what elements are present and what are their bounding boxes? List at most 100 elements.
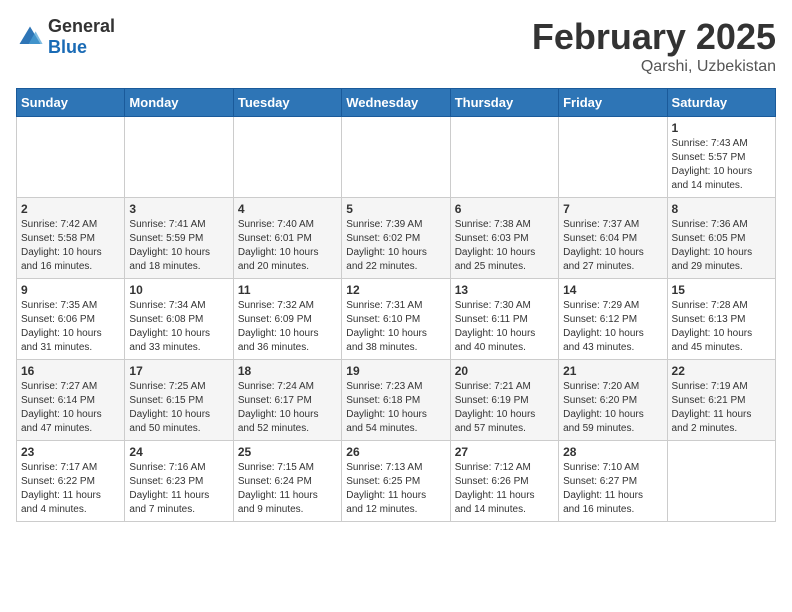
week-row-5: 23 Sunrise: 7:17 AM Sunset: 6:22 PM Dayli… [17,441,776,522]
day-info: Sunrise: 7:15 AM Sunset: 6:24 PM Dayligh… [238,461,337,517]
calendar-body: 1 Sunrise: 7:43 AM Sunset: 5:57 PM Daylig… [17,117,776,522]
day-cell: 27 Sunrise: 7:12 AM Sunset: 6:26 PM Dayli… [450,441,558,522]
day-info: Sunrise: 7:32 AM Sunset: 6:09 PM Dayligh… [238,299,337,355]
day-cell: 2Sunrise: 7:42 AM Sunset: 5:58 PM Daylig… [17,198,125,279]
day-info: Sunrise: 7:35 AM Sunset: 6:06 PM Dayligh… [21,299,120,355]
day-number: 9 [21,283,120,297]
day-cell: 28Sunrise: 7:10 AM Sunset: 6:27 PM Dayli… [559,441,667,522]
weekday-header-sunday: Sunday [17,89,125,117]
day-number: 3 [129,202,228,216]
day-number: 22 [672,364,771,378]
day-cell: 25Sunrise: 7:15 AM Sunset: 6:24 PM Dayli… [233,441,341,522]
day-cell [17,117,125,198]
day-number: 6 [455,202,554,216]
day-info: Sunrise: 7:36 AM Sunset: 6:05 PM Dayligh… [672,218,771,274]
day-cell: 20 Sunrise: 7:21 AM Sunset: 6:19 PM Dayli… [450,360,558,441]
day-cell: 6 Sunrise: 7:38 AM Sunset: 6:03 PM Daylig… [450,198,558,279]
day-number: 16 [21,364,120,378]
day-number: 5 [346,202,445,216]
day-info: Sunrise: 7:12 AM Sunset: 6:26 PM Dayligh… [455,461,554,517]
day-cell: 18 Sunrise: 7:24 AM Sunset: 6:17 PM Dayli… [233,360,341,441]
day-number: 20 [455,364,554,378]
day-number: 12 [346,283,445,297]
logo-text-blue: Blue [48,37,87,57]
day-number: 11 [238,283,337,297]
day-cell: 23 Sunrise: 7:17 AM Sunset: 6:22 PM Dayli… [17,441,125,522]
title-block: February 2025 Qarshi, Uzbekistan [532,16,776,76]
weekday-header-wednesday: Wednesday [342,89,450,117]
day-info: Sunrise: 7:31 AM Sunset: 6:10 PM Dayligh… [346,299,445,355]
day-info: Sunrise: 7:25 AM Sunset: 6:15 PM Dayligh… [129,380,228,436]
day-cell: 16 Sunrise: 7:27 AM Sunset: 6:14 PM Dayli… [17,360,125,441]
month-title: February 2025 [532,16,776,58]
day-info: Sunrise: 7:17 AM Sunset: 6:22 PM Dayligh… [21,461,120,517]
day-number: 4 [238,202,337,216]
day-number: 24 [129,445,228,459]
day-cell [450,117,558,198]
day-cell: 26 Sunrise: 7:13 AM Sunset: 6:25 PM Dayli… [342,441,450,522]
day-cell: 7 Sunrise: 7:37 AM Sunset: 6:04 PM Daylig… [559,198,667,279]
day-cell [233,117,341,198]
day-number: 14 [563,283,662,297]
day-cell: 11 Sunrise: 7:32 AM Sunset: 6:09 PM Dayli… [233,279,341,360]
day-cell: 19 Sunrise: 7:23 AM Sunset: 6:18 PM Dayli… [342,360,450,441]
weekday-header-tuesday: Tuesday [233,89,341,117]
day-cell: 14Sunrise: 7:29 AM Sunset: 6:12 PM Dayli… [559,279,667,360]
weekday-header-thursday: Thursday [450,89,558,117]
day-number: 13 [455,283,554,297]
day-number: 27 [455,445,554,459]
day-cell [667,441,775,522]
day-info: Sunrise: 7:16 AM Sunset: 6:23 PM Dayligh… [129,461,228,517]
day-cell: 1 Sunrise: 7:43 AM Sunset: 5:57 PM Daylig… [667,117,775,198]
day-cell [559,117,667,198]
day-info: Sunrise: 7:23 AM Sunset: 6:18 PM Dayligh… [346,380,445,436]
day-number: 18 [238,364,337,378]
day-info: Sunrise: 7:37 AM Sunset: 6:04 PM Dayligh… [563,218,662,274]
day-cell [125,117,233,198]
day-info: Sunrise: 7:21 AM Sunset: 6:19 PM Dayligh… [455,380,554,436]
week-row-3: 9 Sunrise: 7:35 AM Sunset: 6:06 PM Daylig… [17,279,776,360]
day-cell: 3 Sunrise: 7:41 AM Sunset: 5:59 PM Daylig… [125,198,233,279]
day-cell: 15 Sunrise: 7:28 AM Sunset: 6:13 PM Dayli… [667,279,775,360]
day-number: 7 [563,202,662,216]
day-info: Sunrise: 7:41 AM Sunset: 5:59 PM Dayligh… [129,218,228,274]
day-cell: 17Sunrise: 7:25 AM Sunset: 6:15 PM Dayli… [125,360,233,441]
day-number: 8 [672,202,771,216]
location: Qarshi, Uzbekistan [532,58,776,76]
logo: General Blue [16,16,115,58]
day-number: 21 [563,364,662,378]
day-number: 10 [129,283,228,297]
day-number: 26 [346,445,445,459]
day-cell: 5 Sunrise: 7:39 AM Sunset: 6:02 PM Daylig… [342,198,450,279]
day-cell [342,117,450,198]
day-number: 23 [21,445,120,459]
day-info: Sunrise: 7:28 AM Sunset: 6:13 PM Dayligh… [672,299,771,355]
calendar: SundayMondayTuesdayWednesdayThursdayFrid… [16,88,776,522]
day-info: Sunrise: 7:13 AM Sunset: 6:25 PM Dayligh… [346,461,445,517]
day-number: 19 [346,364,445,378]
day-cell: 24 Sunrise: 7:16 AM Sunset: 6:23 PM Dayli… [125,441,233,522]
day-cell: 22Sunrise: 7:19 AM Sunset: 6:21 PM Dayli… [667,360,775,441]
weekday-header-saturday: Saturday [667,89,775,117]
day-info: Sunrise: 7:30 AM Sunset: 6:11 PM Dayligh… [455,299,554,355]
day-info: Sunrise: 7:38 AM Sunset: 6:03 PM Dayligh… [455,218,554,274]
day-cell: 13 Sunrise: 7:30 AM Sunset: 6:11 PM Dayli… [450,279,558,360]
week-row-4: 16 Sunrise: 7:27 AM Sunset: 6:14 PM Dayli… [17,360,776,441]
day-info: Sunrise: 7:34 AM Sunset: 6:08 PM Dayligh… [129,299,228,355]
day-info: Sunrise: 7:27 AM Sunset: 6:14 PM Dayligh… [21,380,120,436]
day-info: Sunrise: 7:43 AM Sunset: 5:57 PM Dayligh… [672,137,771,193]
day-info: Sunrise: 7:40 AM Sunset: 6:01 PM Dayligh… [238,218,337,274]
page-header: General Blue February 2025 Qarshi, Uzbek… [16,16,776,76]
day-cell: 8 Sunrise: 7:36 AM Sunset: 6:05 PM Daylig… [667,198,775,279]
logo-text-general: General [48,16,115,36]
week-row-2: 2Sunrise: 7:42 AM Sunset: 5:58 PM Daylig… [17,198,776,279]
day-info: Sunrise: 7:42 AM Sunset: 5:58 PM Dayligh… [21,218,120,274]
day-number: 1 [672,121,771,135]
weekday-header-row: SundayMondayTuesdayWednesdayThursdayFrid… [17,89,776,117]
day-number: 15 [672,283,771,297]
day-cell: 12 Sunrise: 7:31 AM Sunset: 6:10 PM Dayli… [342,279,450,360]
day-cell: 4 Sunrise: 7:40 AM Sunset: 6:01 PM Daylig… [233,198,341,279]
day-info: Sunrise: 7:24 AM Sunset: 6:17 PM Dayligh… [238,380,337,436]
day-info: Sunrise: 7:39 AM Sunset: 6:02 PM Dayligh… [346,218,445,274]
logo-icon [16,23,44,51]
